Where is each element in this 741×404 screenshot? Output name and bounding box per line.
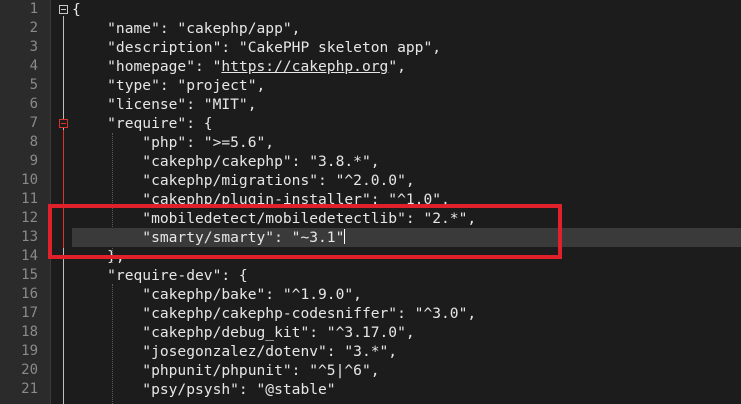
line-text-suffix: ",	[388, 58, 406, 75]
line-number: 12	[21, 210, 38, 226]
line-text: "josegonzalez/dotenv": "3.*",	[72, 343, 398, 360]
line-text: "cakephp/migrations": "^2.0.0",	[72, 172, 415, 189]
code-line[interactable]: 16 "cakephp/bake": "^1.9.0",	[0, 285, 741, 304]
line-number: 19	[21, 343, 38, 359]
line-number: 11	[21, 191, 38, 207]
code-line[interactable]: 21 "psy/psysh": "@stable"	[0, 380, 741, 399]
line-number: 8	[29, 134, 38, 150]
line-number: 13	[21, 229, 38, 245]
line-number: 15	[21, 267, 38, 283]
line-number: 5	[29, 77, 38, 93]
line-number: 18	[21, 324, 38, 340]
line-number: 9	[29, 153, 38, 169]
line-text: "cakephp/bake": "^1.9.0",	[72, 286, 362, 303]
code-line[interactable]: 6 "license": "MIT",	[0, 95, 741, 114]
line-number: 3	[29, 39, 38, 55]
line-number: 16	[21, 286, 38, 302]
code-line[interactable]: 19 "josegonzalez/dotenv": "3.*",	[0, 342, 741, 361]
line-text: "require": {	[72, 115, 213, 132]
code-line[interactable]: 7 "require": {	[0, 114, 741, 133]
code-line[interactable]: 10 "cakephp/migrations": "^2.0.0",	[0, 171, 741, 190]
line-number: 1	[29, 1, 38, 17]
code-editor[interactable]: 1 { 2 "name": "cakephp/app", 3 "descript…	[0, 0, 741, 404]
line-text: {	[72, 1, 81, 18]
line-text: "php": ">=5.6",	[72, 134, 275, 151]
code-line[interactable]: 3 "description": "CakePHP skeleton app",	[0, 38, 741, 57]
line-number: 7	[29, 115, 38, 131]
code-line[interactable]: 20 "phpunit/phpunit": "^5|^6",	[0, 361, 741, 380]
line-text: "psy/psysh": "@stable"	[72, 381, 336, 398]
line-text: "license": "MIT",	[72, 96, 257, 113]
fold-toggle-icon[interactable]	[59, 5, 68, 14]
code-line[interactable]: 1 {	[0, 0, 741, 19]
line-text: "phpunit/phpunit": "^5|^6",	[72, 362, 380, 379]
line-number: 10	[21, 172, 38, 188]
line-text: "cakephp/cakephp-codesniffer": "^3.0",	[72, 305, 477, 322]
line-text: "cakephp/debug_kit": "^3.17.0",	[72, 324, 415, 341]
line-number: 2	[29, 20, 38, 36]
line-text: "homepage": "https://cakephp.org",	[72, 57, 741, 76]
line-text: "cakephp/cakephp": "3.8.*",	[72, 153, 380, 170]
code-line[interactable]: 17 "cakephp/cakephp-codesniffer": "^3.0"…	[0, 304, 741, 323]
code-line[interactable]: 5 "type": "project",	[0, 76, 741, 95]
code-line[interactable]: 2 "name": "cakephp/app",	[0, 19, 741, 38]
code-line[interactable]: 15 "require-dev": {	[0, 266, 741, 285]
line-text: "name": "cakephp/app",	[72, 20, 301, 37]
code-line[interactable]: 8 "php": ">=5.6",	[0, 133, 741, 152]
line-text: "require-dev": {	[72, 267, 248, 284]
line-number: 6	[29, 96, 38, 112]
line-text: "description": "CakePHP skeleton app",	[72, 39, 442, 56]
line-number: 21	[21, 381, 38, 397]
code-line[interactable]: 9 "cakephp/cakephp": "3.8.*",	[0, 152, 741, 171]
highlight-annotation-box	[48, 204, 562, 259]
line-number: 4	[29, 58, 38, 74]
line-text: "type": "project",	[72, 77, 266, 94]
line-number: 20	[21, 362, 38, 378]
line-text-prefix: "homepage": "	[72, 58, 222, 75]
line-number: 14	[21, 248, 38, 264]
code-line[interactable]: 18 "cakephp/debug_kit": "^3.17.0",	[0, 323, 741, 342]
code-line[interactable]: 4 "homepage": "https://cakephp.org",	[0, 57, 741, 76]
line-number: 17	[21, 305, 38, 321]
homepage-link[interactable]: https://cakephp.org	[221, 58, 388, 75]
fold-toggle-icon[interactable]	[59, 119, 68, 128]
